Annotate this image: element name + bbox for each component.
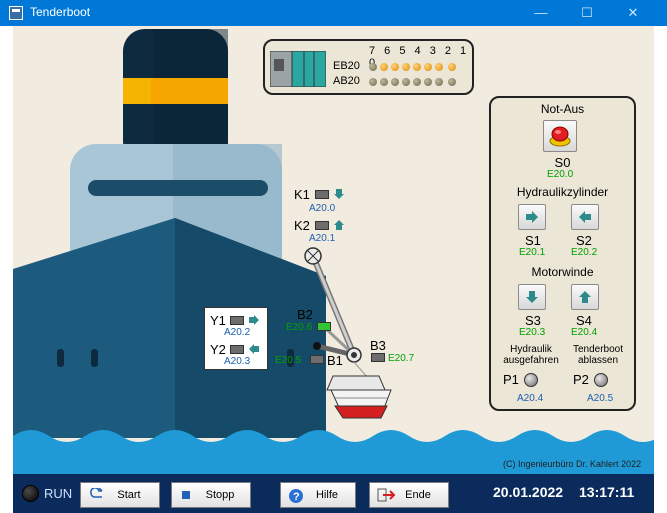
s3-label: S3 (525, 313, 541, 328)
y1-indicator (230, 316, 244, 325)
arrow-up-icon (579, 291, 591, 303)
s0-address: E20.0 (547, 169, 574, 180)
arrow-up-icon (334, 220, 344, 230)
plc-io-monitor: 7 6 5 4 3 2 1 0 EB20 AB20 (263, 39, 474, 95)
s1-button[interactable] (518, 204, 546, 230)
exit-label: Ende (405, 489, 431, 501)
b3-indicator (371, 353, 385, 362)
b3-label: B3 (370, 338, 386, 353)
y1-address: A20.2 (224, 327, 251, 338)
b2-indicator (317, 322, 331, 331)
start-button[interactable]: Start (80, 482, 160, 508)
arrow-right-icon (249, 315, 259, 325)
tender-boat (326, 375, 386, 391)
stop-label: Stopp (205, 489, 235, 501)
ab20-label: AB20 (333, 75, 360, 87)
valve-box: Y1 A20.2 Y2 A20.3 (204, 307, 268, 370)
arrow-down-icon (334, 189, 344, 199)
emergency-title: Not-Aus (540, 102, 585, 116)
window-strip (88, 180, 268, 196)
hydraulics-title: Hydraulikzylinder (516, 185, 609, 199)
p1-caption-line1: Hydraulik (510, 344, 552, 355)
arrow-down-icon (526, 291, 538, 303)
winch-title: Motorwinde (531, 265, 594, 279)
eb20-label: EB20 (333, 60, 360, 72)
s0-label: S0 (554, 155, 571, 170)
run-indicator (22, 485, 39, 502)
b2-label: B2 (297, 307, 313, 322)
copyright-text: (C) Ingenieurbüro Dr. Kahlert 2022 (503, 459, 642, 469)
s2-label: S2 (576, 233, 592, 248)
arrow-right-icon (526, 211, 538, 223)
b1-label: B1 (327, 353, 343, 368)
k1-address: A20.0 (309, 203, 336, 214)
title-bar: Tenderboot — ☐ ✕ (0, 0, 667, 26)
b1-indicator (310, 355, 324, 364)
s4-button[interactable] (571, 284, 599, 310)
arrow-left-icon (249, 344, 259, 354)
k1-indicator (315, 190, 329, 199)
window-title: Tenderboot (30, 5, 91, 19)
k2-indicator (315, 221, 329, 230)
exit-button[interactable]: Ende (369, 482, 449, 508)
s3-button[interactable] (518, 284, 546, 310)
p1-address: A20.4 (517, 393, 544, 404)
y2-indicator (230, 345, 244, 354)
s2-button[interactable] (571, 204, 599, 230)
start-label: Start (117, 489, 141, 501)
help-label: Hilfe (315, 489, 338, 501)
emergency-stop-icon (549, 126, 571, 147)
run-label: RUN (44, 486, 73, 501)
y1-label: Y1 (210, 313, 226, 328)
control-panel: Not-Aus S0 E20.0 Hydraulikzylinder S1 S2… (489, 96, 636, 411)
p1-caption-line2: ausgefahren (503, 355, 559, 366)
stop-button[interactable]: Stopp (171, 482, 251, 508)
plc-module-icon (270, 51, 326, 87)
p1-label: P1 (503, 372, 519, 387)
k1-label: K1 (294, 187, 310, 202)
close-button[interactable]: ✕ (610, 0, 656, 26)
s4-address: E20.4 (571, 327, 598, 338)
simulation-canvas: 7 6 5 4 3 2 1 0 EB20 AB20 K1 A20.0 K2 (13, 26, 654, 474)
minimize-button[interactable]: — (518, 0, 564, 26)
help-button[interactable]: ? Hilfe (280, 482, 356, 508)
s1-address: E20.1 (519, 247, 546, 258)
s3-address: E20.3 (519, 327, 546, 338)
date-display: 20.01.2022 (493, 484, 564, 500)
s4-label: S4 (576, 313, 592, 328)
b2-address: E20.6 (286, 322, 313, 333)
b1-address: E20.5 (275, 355, 302, 366)
p2-caption-line1: Tenderboot (572, 344, 624, 355)
arrow-left-icon (579, 211, 591, 223)
p1-lamp (524, 373, 538, 387)
k2-label: K2 (294, 218, 310, 233)
y2-address: A20.3 (224, 356, 251, 367)
k2-address: A20.1 (309, 233, 336, 244)
p2-caption-line2: ablassen (577, 355, 619, 366)
s1-label: S1 (525, 233, 541, 248)
app-icon (9, 6, 23, 20)
p2-address: A20.5 (587, 393, 614, 404)
y2-label: Y2 (210, 342, 226, 357)
p2-label: P2 (573, 372, 589, 387)
time-display: 13:17:11 (579, 484, 635, 500)
maximize-button[interactable]: ☐ (564, 0, 610, 26)
p2-lamp (594, 373, 608, 387)
emergency-stop-button[interactable] (543, 120, 577, 152)
b3-address: E20.7 (388, 353, 415, 364)
s2-address: E20.2 (571, 247, 598, 258)
status-bar: RUN Start Stopp ? Hilfe Ende 20.01.2022 … (13, 474, 654, 513)
